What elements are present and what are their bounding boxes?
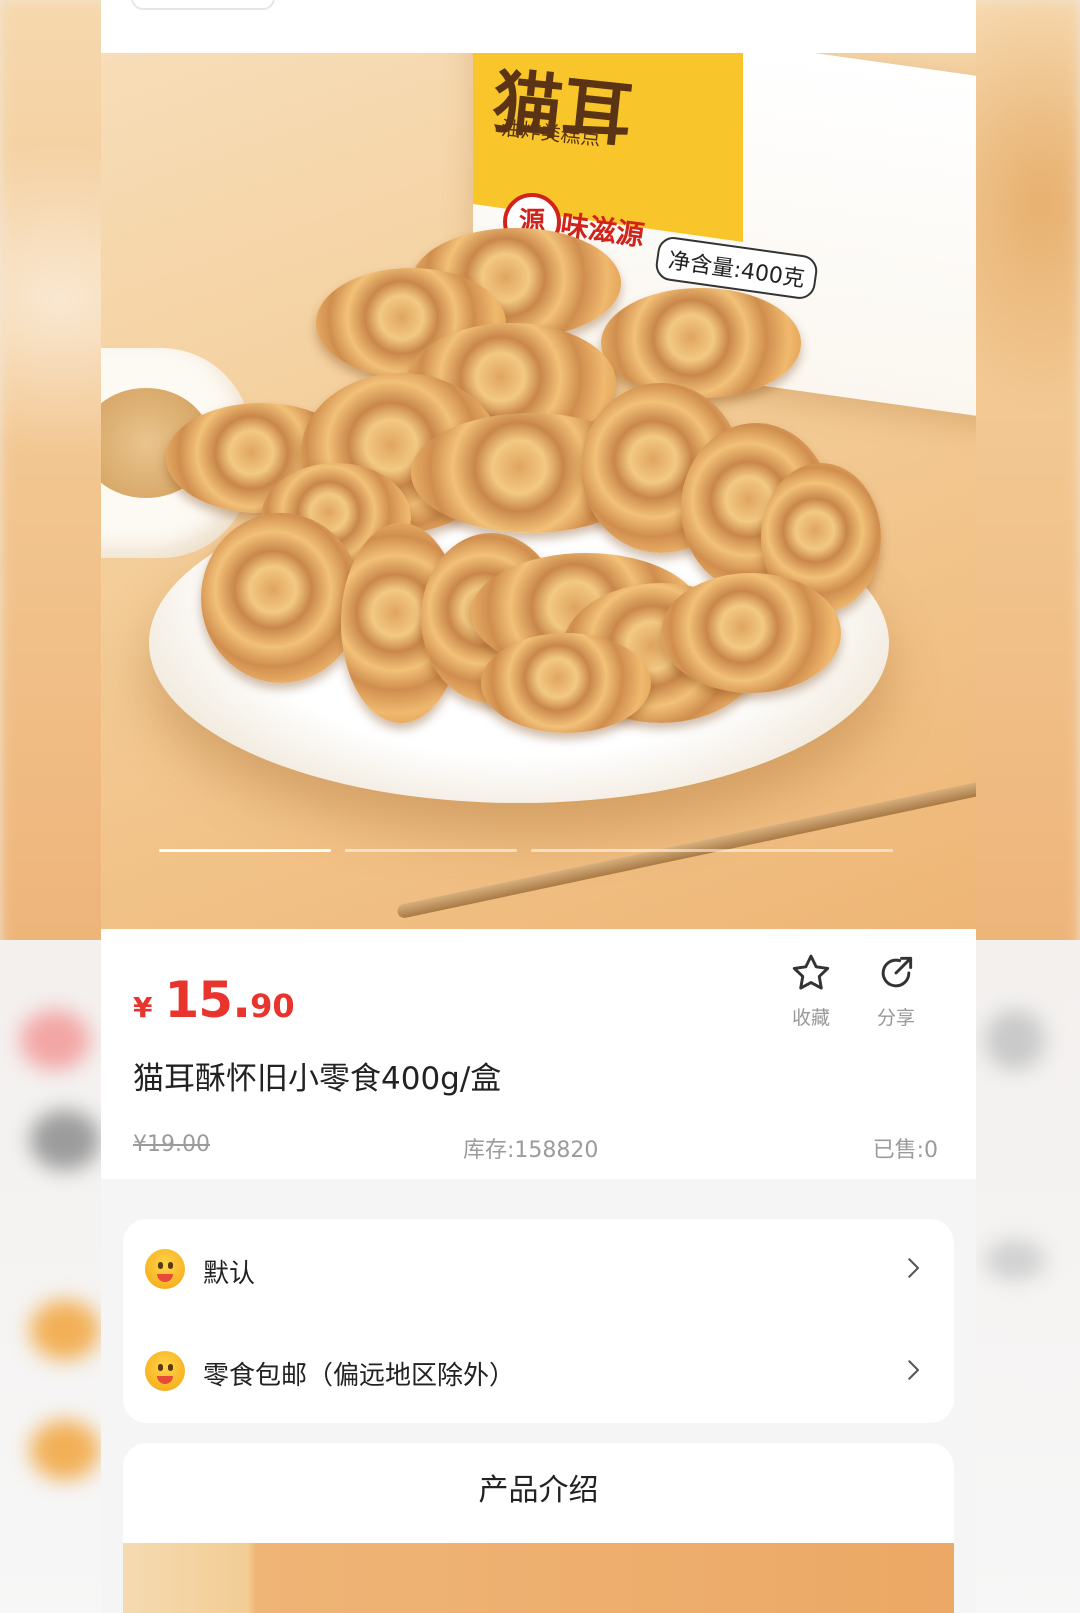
carousel-dot[interactable] — [531, 849, 893, 852]
star-icon — [792, 954, 830, 990]
top-pill[interactable] — [131, 0, 275, 10]
price-integer: 15. — [164, 971, 251, 1029]
option-row-shipping[interactable]: 零食包邮（偏远地区除外） — [123, 1321, 954, 1421]
top-bar — [101, 0, 976, 53]
smiley-icon — [145, 1249, 185, 1289]
chevron-right-icon — [908, 1258, 919, 1278]
smiley-icon — [145, 1351, 185, 1391]
option-label: 默认 — [203, 1259, 256, 1289]
carousel-indicators — [159, 849, 895, 852]
favorite-button[interactable]: 收藏 — [781, 951, 841, 1030]
product-detail-page: 猫耳 油炸类糕点 源 味滋源 净含量:400克 ¥ 15.90 收藏 分享 猫耳… — [101, 0, 976, 1613]
product-title: 猫耳酥怀旧小零食400g/盒 — [133, 1061, 502, 1097]
price: ¥15.90 — [133, 971, 295, 1029]
favorite-label: 收藏 — [791, 1007, 830, 1029]
share-label: 分享 — [876, 1007, 915, 1029]
price-currency: ¥ — [133, 991, 153, 1024]
stock-count: 库存:158820 — [463, 1138, 599, 1163]
share-button[interactable]: 分享 — [866, 951, 926, 1030]
original-price: ¥19.00 — [133, 1132, 210, 1157]
option-row-default[interactable]: 默认 — [123, 1219, 954, 1319]
product-info-card: ¥15.90 收藏 分享 猫耳酥怀旧小零食400g/盒 ¥19.00 库存:15… — [101, 929, 976, 1179]
option-label: 零食包邮（偏远地区除外） — [203, 1361, 516, 1391]
options-card: 默认 零食包邮（偏远地区除外） — [123, 1219, 954, 1423]
chevron-right-icon — [908, 1360, 919, 1380]
carousel-dot[interactable] — [345, 849, 517, 852]
share-icon — [881, 956, 913, 988]
intro-heading: 产品介绍 — [478, 1473, 599, 1508]
product-intro-card: 产品介绍 — [123, 1443, 954, 1613]
price-decimal: 90 — [250, 987, 295, 1025]
intro-image — [123, 1543, 954, 1613]
sold-count: 已售:0 — [872, 1138, 938, 1163]
product-image-carousel[interactable]: 猫耳 油炸类糕点 源 味滋源 净含量:400克 — [101, 53, 976, 929]
carousel-dot[interactable] — [159, 849, 331, 852]
